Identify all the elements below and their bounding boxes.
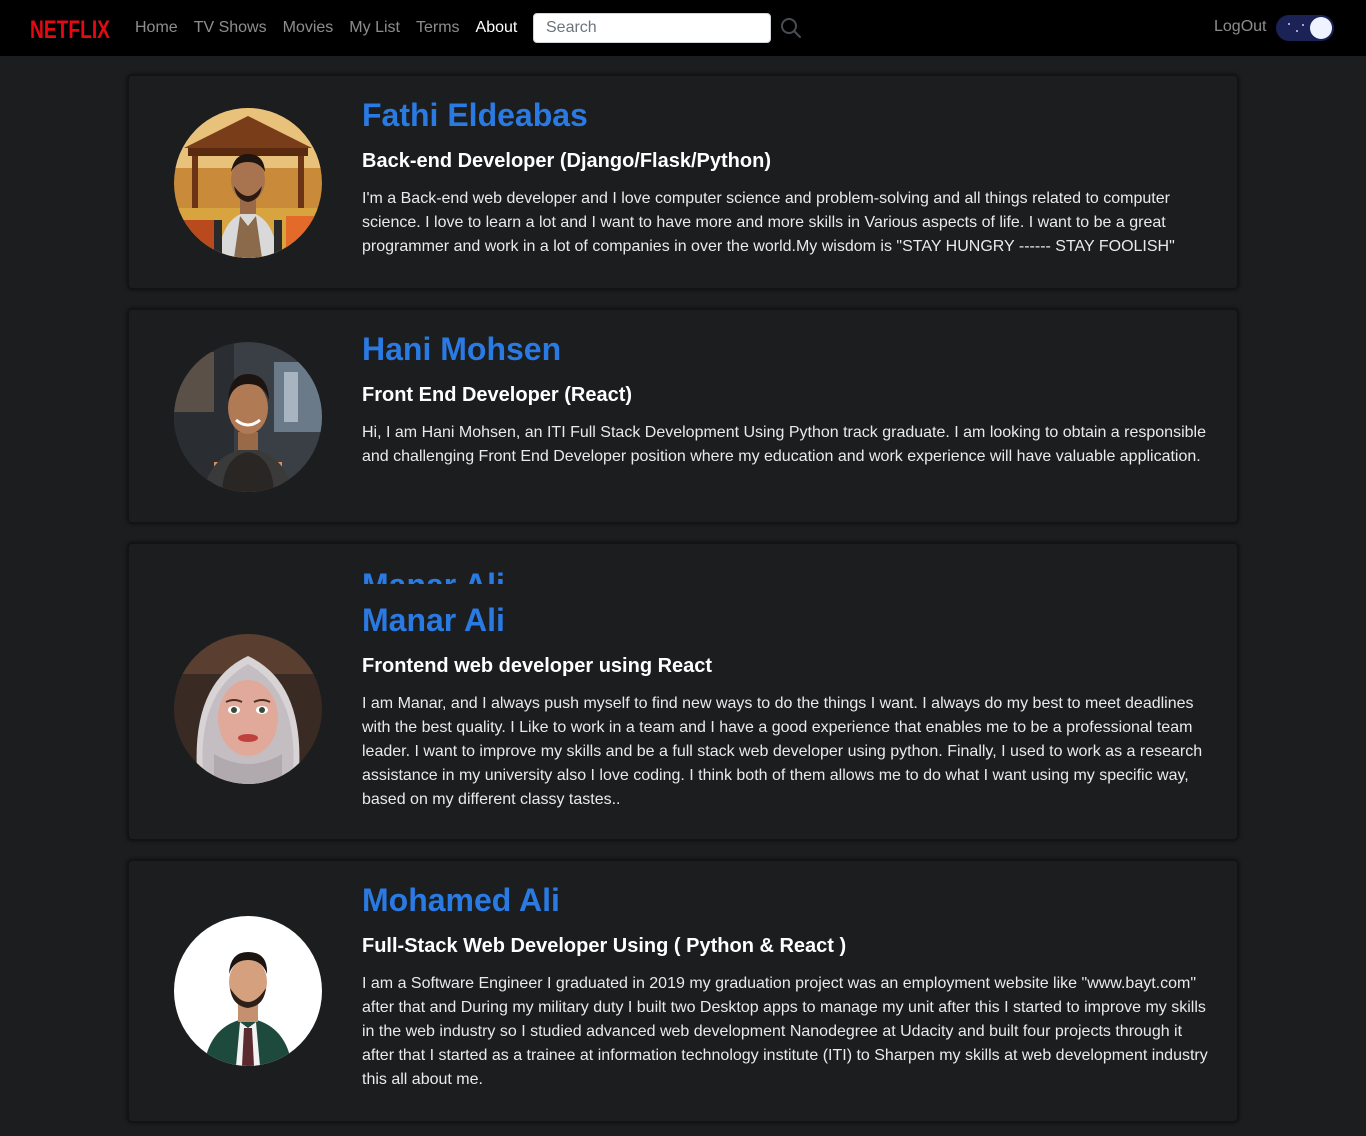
team-member-card: Hani Mohsen Front End Developer (React) … [128,309,1238,523]
member-role: Frontend web developer using React [362,655,713,677]
avatar [174,916,322,1066]
card-body: Manar Ali Frontend web developer using R… [362,601,1212,812]
moon-icon [1310,17,1332,39]
logout-link[interactable]: LogOut [1214,18,1266,36]
member-name: Manar Ali [362,566,505,584]
nav-link-terms[interactable]: Terms [416,19,460,37]
star-icon [1296,30,1298,32]
nav-link-movies[interactable]: Movies [283,19,334,37]
search-input[interactable] [533,13,771,43]
nav-link-about[interactable]: About [476,19,518,37]
netflix-logo-text: NETFLIX [30,16,110,42]
member-role: Full-Stack Web Developer Using ( Python … [362,935,847,957]
member-name: Manar Ali [362,602,505,638]
member-name: Mohamed Ali [362,882,560,918]
star-icon [1288,23,1290,25]
member-bio: I am Manar, and I always push myself to … [362,695,1203,808]
card-body: Mohamed Ali Full-Stack Web Developer Usi… [362,881,1212,1092]
nav-link-tv-shows[interactable]: TV Shows [194,19,267,37]
member-name: Hani Mohsen [362,331,562,367]
member-role: Back-end Developer (Django/Flask/Python) [362,150,771,172]
star-icon [1302,24,1304,26]
netflix-logo[interactable]: NETFLIX [30,14,112,42]
navbar: NETFLIX Home TV Shows Movies My List Ter… [0,0,1366,56]
member-role: Front End Developer (React) [362,384,633,406]
team-member-card: Fathi Eldeabas Back-end Developer (Djang… [128,75,1238,289]
nav-link-my-list[interactable]: My List [349,19,400,37]
card-body: Hani Mohsen Front End Developer (React) … [362,330,1212,469]
nav-link-home[interactable]: Home [135,19,178,37]
member-bio: I am a Software Engineer I graduated in … [362,975,1208,1088]
nav-links: Home TV Shows Movies My List Terms About [135,0,533,56]
member-bio: Hi, I am Hani Mohsen, an ITI Full Stack … [362,424,1206,465]
team-member-card: Manar Ali Manar Ali Frontend web develop… [128,543,1238,840]
search-icon[interactable] [780,17,802,39]
avatar [174,342,322,492]
member-bio: I'm a Back-end web developer and I love … [362,190,1175,255]
team-member-card: Mohamed Ali Full-Stack Web Developer Usi… [128,860,1238,1122]
member-name: Fathi Eldeabas [362,97,588,133]
card-body: Fathi Eldeabas Back-end Developer (Djang… [362,96,1212,259]
member-name-ghost: Manar Ali [362,566,505,584]
dark-mode-toggle[interactable] [1276,15,1334,41]
avatar [174,634,322,784]
avatar [174,108,322,258]
